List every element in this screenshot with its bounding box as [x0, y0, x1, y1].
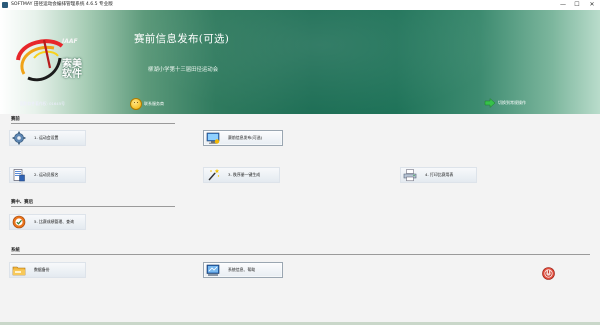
close-button[interactable]: ✕ [585, 0, 599, 10]
meet-settings-label: 1. 运动会设置 [34, 135, 59, 140]
power-icon[interactable] [542, 265, 555, 280]
app-icon [2, 2, 8, 8]
minimize-button[interactable]: — [556, 0, 570, 10]
pre-info-button[interactable]: 赛前信息发布(可选) [203, 130, 283, 146]
meet-name: 柳湖小学第十三届田径运动会 [148, 67, 219, 73]
entry-button[interactable]: 2. 运动员报名 [9, 167, 86, 183]
divider [11, 254, 590, 255]
section-prep: 赛前 [11, 117, 20, 122]
backup-folder-icon [12, 263, 26, 277]
results-label: 5. 比赛成绩管理、查询 [34, 219, 74, 224]
contact-label: 联系服务商 [144, 101, 164, 106]
window-title: SOFTMAY 田径运动会编排管理系统 4.6.5 专业版 [11, 2, 113, 7]
smiley-icon [130, 98, 142, 110]
print-button[interactable]: 4. 打印比赛用表 [400, 167, 477, 183]
backup-button[interactable]: 数据备份 [9, 262, 86, 278]
print-label: 4. 打印比赛用表 [425, 172, 454, 177]
copyright-text: 国防软件著作权: 01645号 [20, 101, 65, 106]
gear-icon [12, 131, 26, 145]
sysinfo-label: 系统信息、帮助 [228, 267, 256, 272]
page-title: 赛前信息发布(可选) [134, 33, 230, 45]
contact-link[interactable]: 联系服务商 [130, 98, 164, 110]
section-during: 赛中、赛后 [11, 200, 33, 205]
entry-label: 2. 运动员报名 [34, 172, 59, 177]
printer-icon [403, 168, 417, 182]
pre-info-label: 赛前信息发布(可选) [228, 135, 263, 140]
section-system: 系统 [11, 248, 20, 253]
monitor-info-icon [206, 131, 220, 145]
divider [11, 206, 175, 207]
header-banner: IAAF 索美 软件 赛前信息发布(可选) 柳湖小学第十三届田径运动会 国防软件… [0, 10, 600, 114]
logo-badge: IAAF [62, 38, 78, 45]
maximize-button[interactable]: ☐ [570, 0, 584, 10]
results-icon [12, 215, 26, 229]
results-button[interactable]: 5. 比赛成绩管理、查询 [9, 214, 86, 230]
switch-mode-link[interactable]: 切换到常规操作 [484, 98, 526, 108]
meet-settings-button[interactable]: 1. 运动会设置 [9, 130, 86, 146]
title-bar: SOFTMAY 田径运动会编排管理系统 4.6.5 专业版 — ☐ ✕ [0, 0, 600, 10]
arrange-button[interactable]: 3. 秩序册一键生成 [203, 167, 280, 183]
sysinfo-button[interactable]: 系统信息、帮助 [203, 262, 283, 278]
backup-label: 数据备份 [34, 267, 50, 272]
logo-text: 索美 软件 [62, 59, 82, 80]
arrow-right-icon [484, 98, 496, 108]
magic-wand-icon [206, 168, 220, 182]
switch-mode-label: 切换到常规操作 [498, 100, 526, 105]
arrange-label: 3. 秩序册一键生成 [228, 172, 261, 177]
divider [11, 123, 175, 124]
system-info-icon [206, 263, 220, 277]
entry-form-icon [12, 168, 26, 182]
